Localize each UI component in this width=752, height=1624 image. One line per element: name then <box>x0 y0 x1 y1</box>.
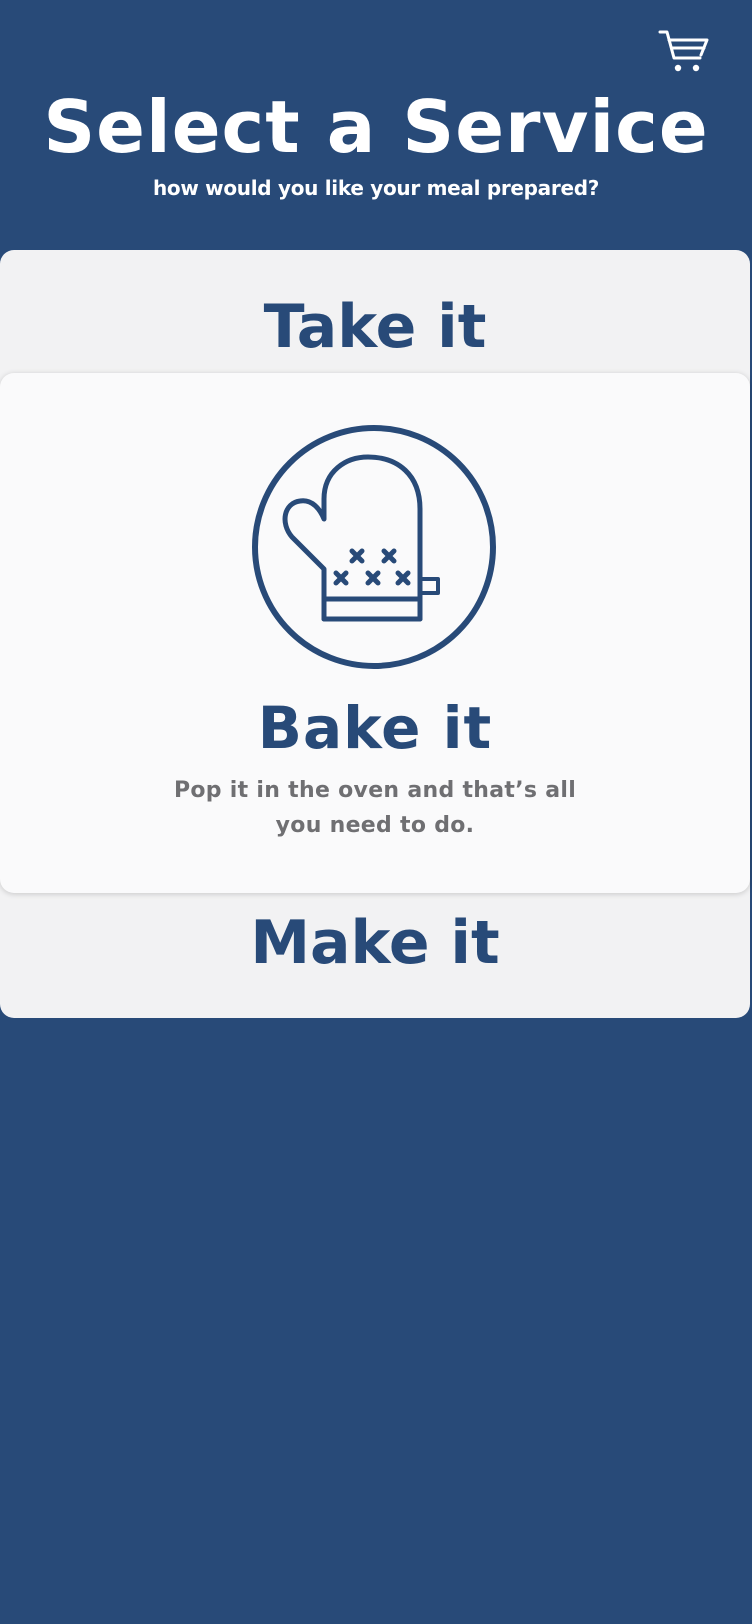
cart-button[interactable] <box>658 28 710 76</box>
page-header: Select a Service how would you like your… <box>0 82 752 202</box>
page-subtitle: how would you like your meal prepared? <box>152 176 600 200</box>
make-it-option[interactable]: Make it <box>0 898 750 988</box>
bake-it-card[interactable]: Bake it Pop it in the oven and that’s al… <box>0 373 750 893</box>
shopping-cart-icon <box>658 30 709 72</box>
service-selection-screen: Select a Service how would you like your… <box>0 0 752 1624</box>
oven-mitt-icon <box>250 423 498 671</box>
bake-it-title: Bake it <box>257 694 493 762</box>
bake-it-description: Pop it in the oven and that’s all you ne… <box>173 778 577 838</box>
take-it-option[interactable]: Take it <box>0 282 750 372</box>
page-title: Select a Service <box>43 85 709 169</box>
